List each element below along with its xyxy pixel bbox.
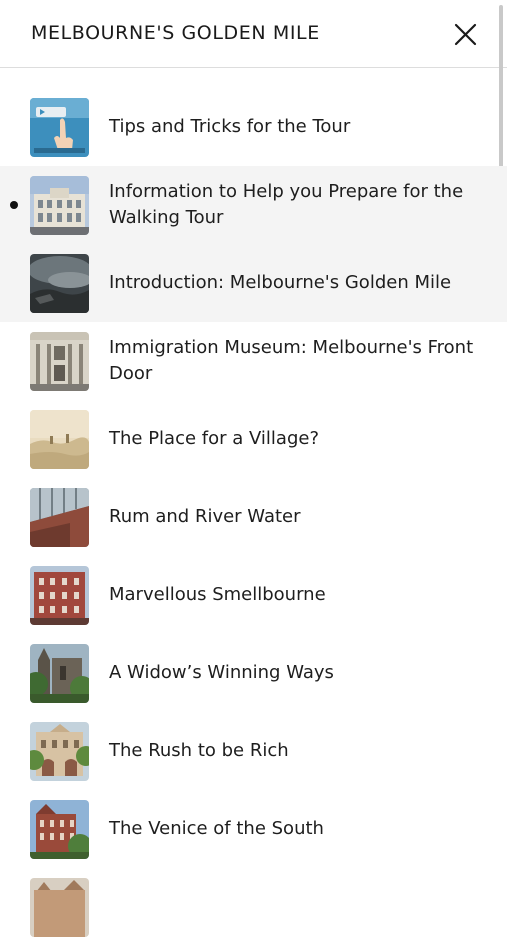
- list-item-label: Immigration Museum: Melbourne's Front Do…: [109, 337, 474, 384]
- list-item[interactable]: Immigration Museum: Melbourne's Front Do…: [0, 322, 507, 400]
- header: MELBOURNE'S GOLDEN MILE: [0, 0, 507, 68]
- list-item[interactable]: [0, 868, 507, 946]
- list-item-label: Introduction: Melbourne's Golden Mile: [109, 272, 452, 293]
- church-garden-image: [30, 644, 89, 703]
- brick-building-image: [30, 566, 89, 625]
- list-item-label: The Place for a Village?: [109, 428, 320, 449]
- list-item[interactable]: A Widow’s Winning Ways: [0, 634, 507, 712]
- list-item-label: A Widow’s Winning Ways: [109, 662, 334, 683]
- list-item[interactable]: Tips and Tricks for the Tour: [0, 88, 507, 166]
- red-brick-tower-image: [30, 800, 89, 859]
- list-item-label: Information to Help you Prepare for the …: [109, 181, 464, 228]
- list-item[interactable]: The Place for a Village?: [0, 400, 507, 478]
- list-item[interactable]: Rum and River Water: [0, 478, 507, 556]
- building-image: [30, 176, 89, 235]
- list-item[interactable]: Marvellous Smellbourne: [0, 556, 507, 634]
- sepia-landscape-image: [30, 410, 89, 469]
- page-title: MELBOURNE'S GOLDEN MILE: [31, 22, 320, 44]
- current-item-bullet: [10, 201, 18, 209]
- list-item-current[interactable]: Information to Help you Prepare for the …: [0, 166, 507, 244]
- close-button[interactable]: [450, 20, 480, 50]
- list-item-label: The Venice of the South: [109, 818, 324, 839]
- list-item-label: Tips and Tricks for the Tour: [109, 116, 351, 137]
- list-item[interactable]: Introduction: Melbourne's Golden Mile: [0, 244, 507, 322]
- heritage-building-image: [30, 722, 89, 781]
- list-item-label: Marvellous Smellbourne: [109, 584, 326, 605]
- list-item-label: [109, 868, 479, 946]
- list-item-label: The Rush to be Rich: [109, 740, 289, 761]
- tour-tips-image: [30, 98, 89, 157]
- museum-facade-image: [30, 332, 89, 391]
- partial-building-image: [30, 878, 89, 937]
- stormy-sky-image: [30, 254, 89, 313]
- list-item-label: Rum and River Water: [109, 506, 301, 527]
- list-item[interactable]: The Venice of the South: [0, 790, 507, 868]
- glass-building-image: [30, 488, 89, 547]
- close-icon: [454, 23, 477, 46]
- list-item[interactable]: The Rush to be Rich: [0, 712, 507, 790]
